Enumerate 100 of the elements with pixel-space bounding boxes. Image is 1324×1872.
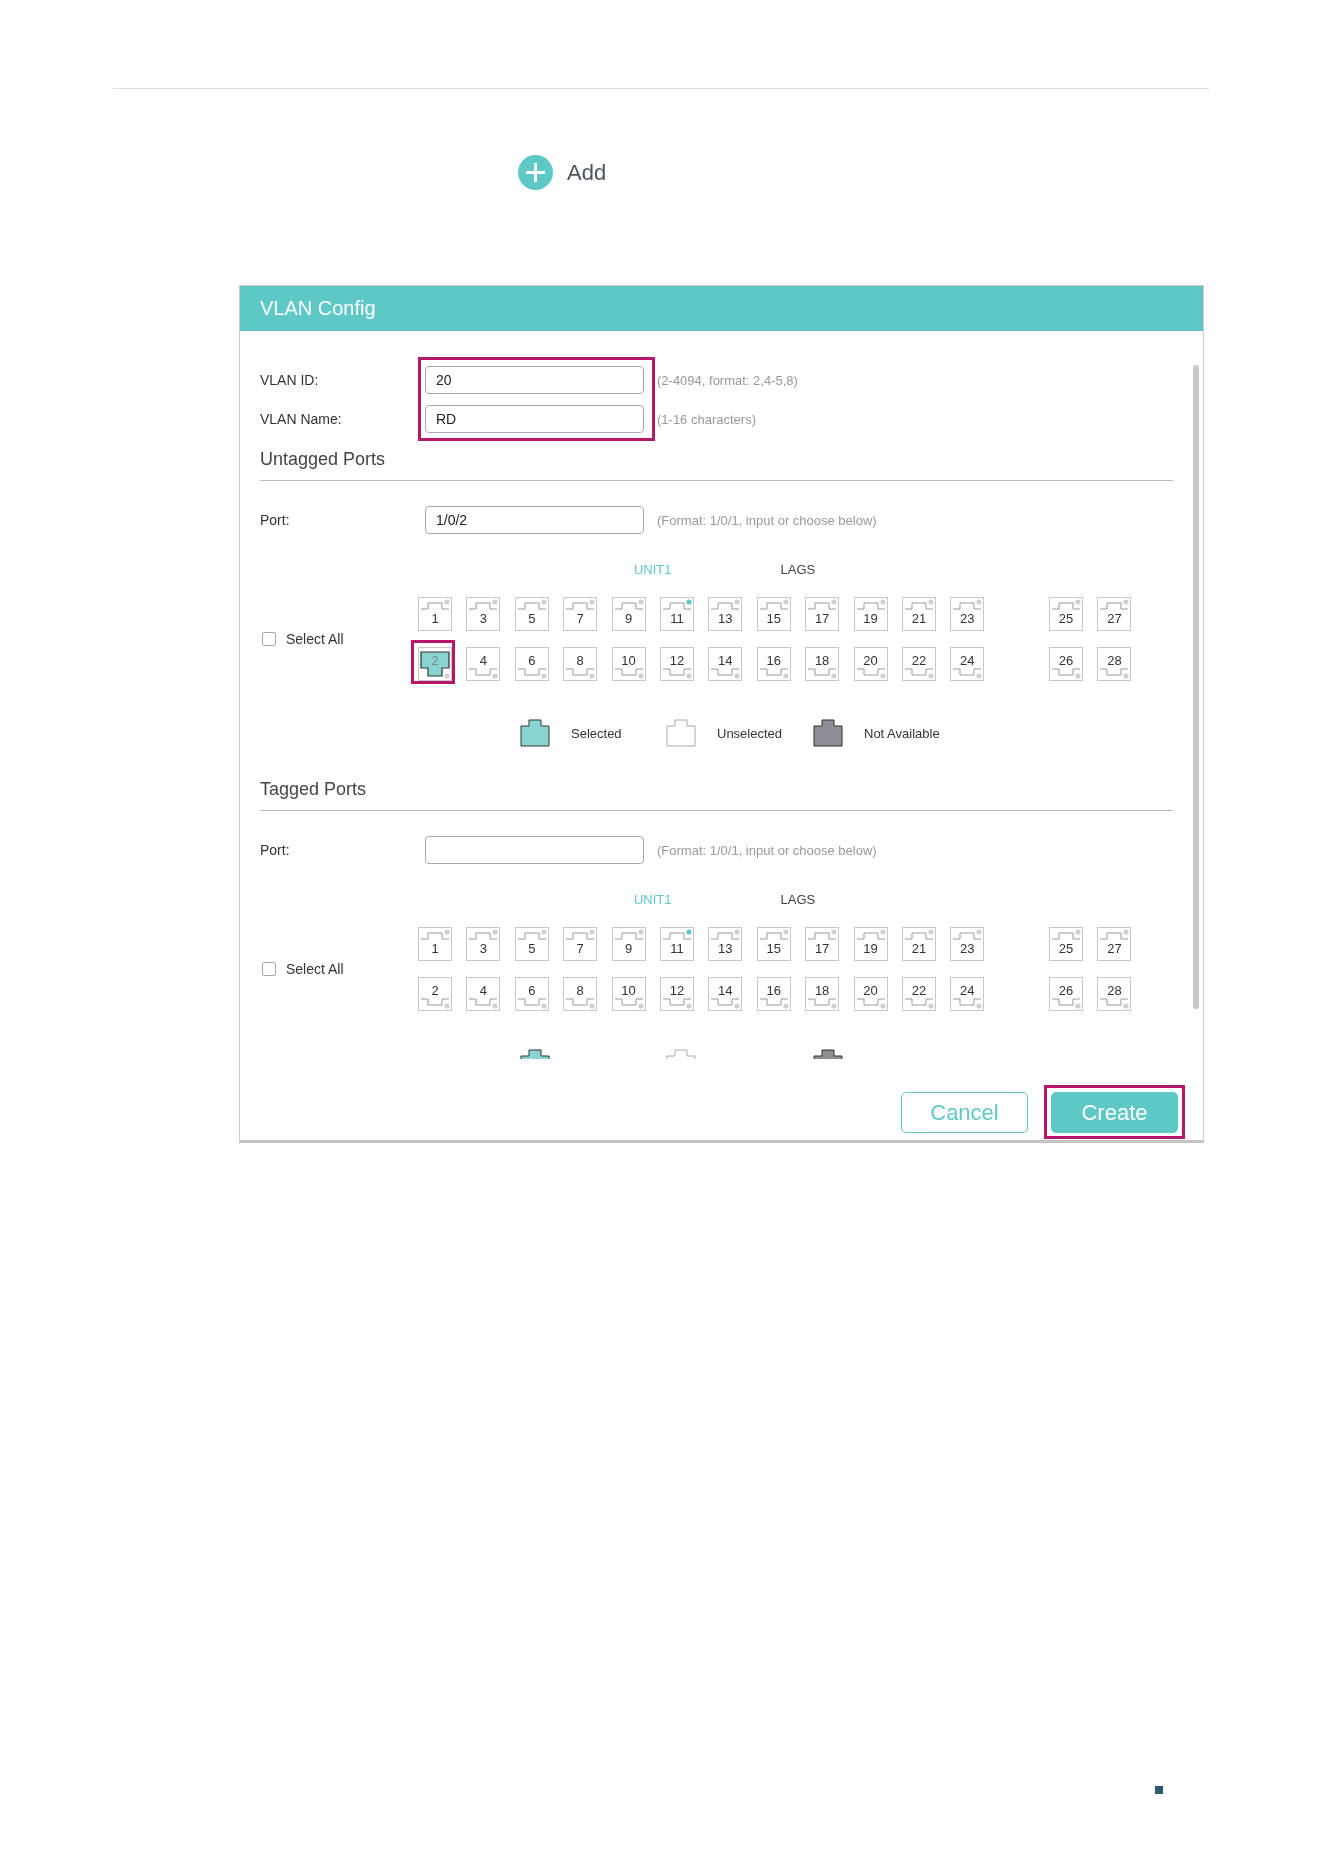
port-input-field[interactable]: 1/0/2 xyxy=(425,506,644,534)
port-button[interactable]: 9 xyxy=(611,597,646,631)
port-button[interactable]: 25 xyxy=(1049,597,1084,631)
port-button[interactable]: 25 xyxy=(1049,927,1084,961)
port-connector-icon xyxy=(950,977,985,1011)
port-connector-icon xyxy=(611,597,646,631)
port-button[interactable]: 7 xyxy=(563,597,598,631)
port-button[interactable]: 3 xyxy=(466,597,501,631)
port-button[interactable]: 9 xyxy=(611,927,646,961)
port-button[interactable]: 28 xyxy=(1097,977,1132,1011)
port-button[interactable]: 27 xyxy=(1097,927,1132,961)
port-button[interactable]: 17 xyxy=(805,927,840,961)
port-button[interactable]: 14 xyxy=(708,647,743,681)
port-connector-icon xyxy=(514,927,549,961)
port-button[interactable]: 5 xyxy=(514,927,549,961)
port-button[interactable]: 1 xyxy=(418,597,452,631)
legend-label: Unselected xyxy=(717,725,783,741)
port-connector-icon xyxy=(563,927,598,961)
select-all-checkbox[interactable] xyxy=(262,962,276,976)
port-connector-icon xyxy=(805,927,840,961)
port-button[interactable]: 24 xyxy=(950,647,985,681)
unit-label: UNIT1 xyxy=(632,562,673,577)
legend-label: Selected xyxy=(571,725,622,741)
unit-label: LAGS xyxy=(779,562,817,577)
port-connector-icon xyxy=(1049,927,1084,961)
port-button[interactable]: 13 xyxy=(708,927,743,961)
port-button[interactable]: 27 xyxy=(1097,597,1132,631)
port-connector-icon xyxy=(611,647,646,681)
port-button[interactable]: 12 xyxy=(659,977,694,1011)
port-button[interactable]: 18 xyxy=(805,647,840,681)
port-button[interactable]: 19 xyxy=(853,927,888,961)
add-button[interactable]: Add xyxy=(567,159,607,186)
port-connector-icon xyxy=(563,647,598,681)
port-button[interactable]: 6 xyxy=(514,647,549,681)
port-button[interactable]: 11 xyxy=(659,927,694,961)
port-connector-icon xyxy=(1049,597,1084,631)
port-button[interactable]: 5 xyxy=(514,597,549,631)
port-connector-icon xyxy=(466,597,501,631)
text-input-field[interactable]: 20 xyxy=(425,366,644,394)
port-button[interactable]: 3 xyxy=(466,927,501,961)
port-button[interactable]: 21 xyxy=(901,927,936,961)
field-label: Port: xyxy=(260,842,291,858)
port-button[interactable]: 20 xyxy=(853,647,888,681)
port-button[interactable]: 10 xyxy=(611,647,646,681)
port-connector-icon xyxy=(853,977,888,1011)
text-input-field[interactable]: RD xyxy=(425,405,644,433)
port-button[interactable]: 10 xyxy=(611,977,646,1011)
port-button[interactable]: 4 xyxy=(466,647,501,681)
port-connector-icon xyxy=(950,927,985,961)
port-connector-icon xyxy=(901,597,936,631)
port-button[interactable]: 26 xyxy=(1049,647,1084,681)
port-button[interactable]: 19 xyxy=(853,597,888,631)
section-heading: Untagged Ports xyxy=(260,449,1173,481)
field-label: VLAN ID: xyxy=(260,372,320,388)
port-connector-icon xyxy=(659,977,694,1011)
port-button[interactable]: 24 xyxy=(950,977,985,1011)
section-heading: Tagged Ports xyxy=(260,779,1173,811)
port-button[interactable]: 14 xyxy=(708,977,743,1011)
port-button[interactable]: 15 xyxy=(756,597,791,631)
port-button[interactable]: 28 xyxy=(1097,647,1132,681)
port-input-field[interactable] xyxy=(425,836,644,864)
port-connector-icon xyxy=(1097,977,1132,1011)
port-button[interactable]: 15 xyxy=(756,927,791,961)
port-button[interactable]: 20 xyxy=(853,977,888,1011)
select-all-checkbox[interactable] xyxy=(262,632,276,646)
port-button[interactable]: 18 xyxy=(805,977,840,1011)
port-connector-icon xyxy=(611,977,646,1011)
field-hint: (2-4094, format: 2,4-5,8) xyxy=(657,372,798,388)
port-connector-icon xyxy=(563,597,598,631)
port-connector-icon xyxy=(853,927,888,961)
plus-circle-icon[interactable] xyxy=(518,155,553,190)
port-button[interactable]: 13 xyxy=(708,597,743,631)
port-button[interactable]: 11 xyxy=(659,597,694,631)
port-button[interactable]: 23 xyxy=(950,597,985,631)
port-connector-icon xyxy=(466,977,501,1011)
field-label: Port: xyxy=(260,512,291,528)
field-hint: (1-16 characters) xyxy=(657,411,756,427)
port-connector-icon xyxy=(853,647,888,681)
port-connector-icon xyxy=(1049,977,1084,1011)
port-button[interactable]: 16 xyxy=(756,647,791,681)
port-connector-icon xyxy=(563,977,598,1011)
port-connector-icon xyxy=(708,977,743,1011)
port-button[interactable]: 4 xyxy=(466,977,501,1011)
port-button[interactable]: 23 xyxy=(950,927,985,961)
port-button[interactable]: 2 xyxy=(418,977,452,1011)
port-button[interactable]: 8 xyxy=(563,647,598,681)
port-button[interactable]: 16 xyxy=(756,977,791,1011)
port-button[interactable]: 12 xyxy=(659,647,694,681)
port-button[interactable]: 22 xyxy=(901,977,936,1011)
port-button[interactable]: 8 xyxy=(563,977,598,1011)
port-button[interactable]: 26 xyxy=(1049,977,1084,1011)
scrollbar[interactable] xyxy=(1193,365,1199,1009)
port-button[interactable]: 17 xyxy=(805,597,840,631)
port-button[interactable]: 22 xyxy=(901,647,936,681)
port-button[interactable]: 7 xyxy=(563,927,598,961)
port-button[interactable]: 21 xyxy=(901,597,936,631)
port-button[interactable]: 1 xyxy=(418,927,452,961)
port-button[interactable]: 6 xyxy=(514,977,549,1011)
port-connector-icon xyxy=(950,647,985,681)
legend-label: Not Available xyxy=(864,725,940,741)
